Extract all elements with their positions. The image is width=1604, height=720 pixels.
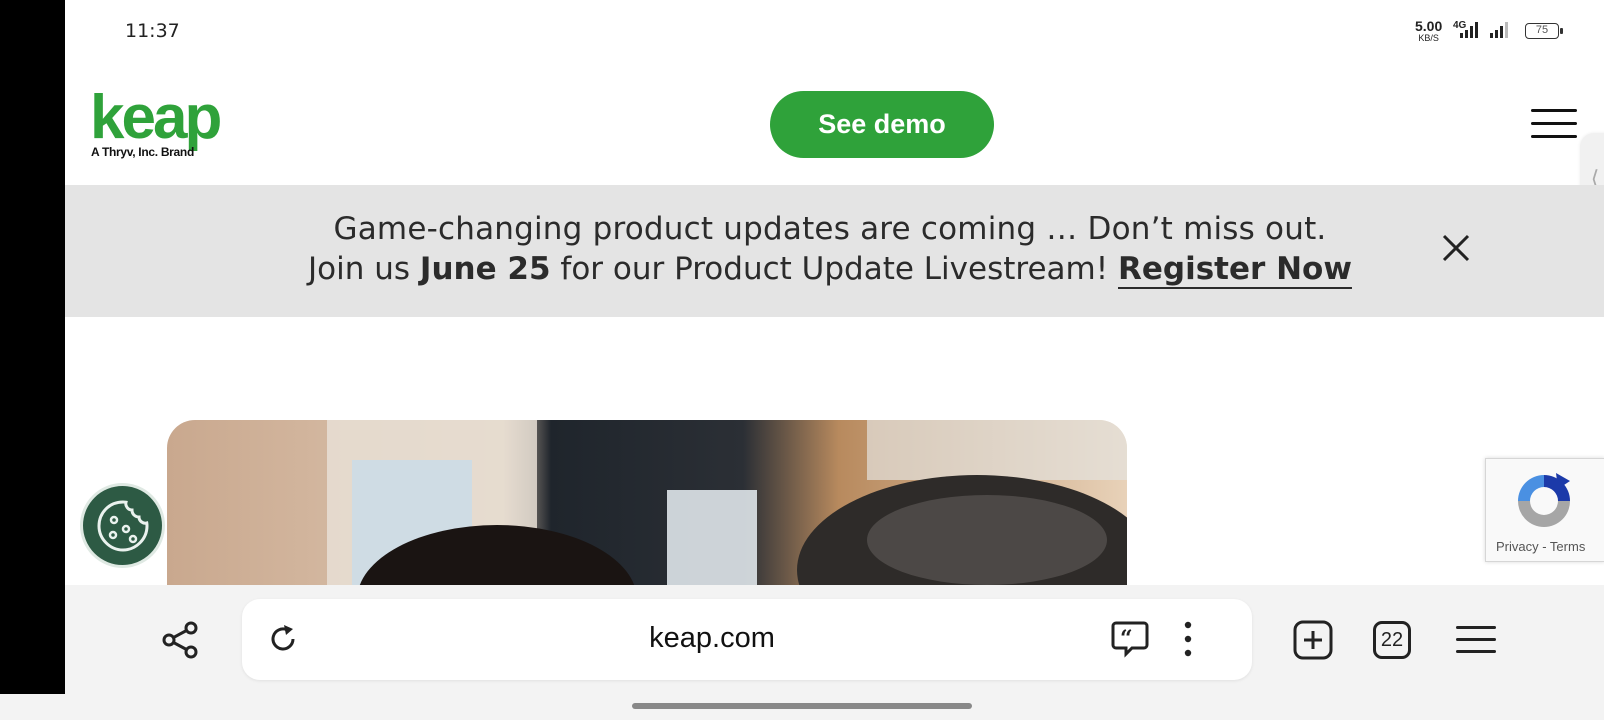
banner-date: June 25: [419, 251, 551, 287]
banner-line2-prefix: Join us: [308, 251, 420, 287]
new-tab-icon[interactable]: [1293, 620, 1333, 660]
cookie-icon: [96, 499, 149, 552]
url-text[interactable]: keap.com: [242, 622, 1182, 655]
cookie-settings-button[interactable]: [80, 483, 165, 568]
close-icon[interactable]: [1440, 232, 1472, 264]
recaptcha-icon: [1518, 473, 1570, 527]
battery-icon: 75: [1525, 23, 1563, 39]
home-indicator[interactable]: [632, 703, 972, 709]
hero-photo: [167, 420, 1127, 585]
svg-text:“: “: [1120, 626, 1133, 652]
address-bar[interactable]: keap.com “: [242, 599, 1252, 680]
signal-icon-2: [1490, 22, 1508, 38]
network-speed-unit: KB/S: [1418, 33, 1439, 43]
banner-line-2: Join us June 25 for our Product Update L…: [65, 251, 1595, 287]
hamburger-icon[interactable]: [1531, 109, 1577, 141]
left-edge-bar: [0, 0, 65, 694]
browser-toolbar: keap.com “ 22: [65, 585, 1604, 694]
share-icon[interactable]: [160, 620, 200, 660]
status-bar: 11:37 5.00 KB/S 4G 75: [65, 0, 1604, 68]
see-demo-button[interactable]: See demo: [770, 91, 994, 158]
hero-image: [167, 420, 1127, 585]
more-vert-icon[interactable]: [1180, 619, 1196, 659]
menu-icon[interactable]: [1455, 623, 1497, 657]
signal-icon: [1460, 22, 1478, 38]
announcement-banner: Game-changing product updates are coming…: [65, 185, 1604, 317]
banner-line2-mid: for our Product Update Livestream!: [550, 251, 1118, 287]
status-time: 11:37: [125, 20, 180, 42]
site-header: keap A Thryv, Inc. Brand See demo: [65, 68, 1604, 185]
banner-line-1: Game-changing product updates are coming…: [333, 211, 1327, 247]
logo-subtitle: A Thryv, Inc. Brand: [91, 145, 194, 159]
quote-icon[interactable]: “: [1110, 619, 1150, 659]
recaptcha-privacy-terms[interactable]: Privacy - Terms: [1496, 539, 1585, 554]
tabs-icon[interactable]: 22: [1373, 621, 1411, 659]
recaptcha-badge[interactable]: Privacy - Terms: [1485, 458, 1604, 562]
logo-wordmark: keap: [90, 86, 220, 152]
register-now-link[interactable]: Register Now: [1118, 251, 1352, 287]
network-speed: 5.00 KB/S: [1415, 19, 1442, 44]
